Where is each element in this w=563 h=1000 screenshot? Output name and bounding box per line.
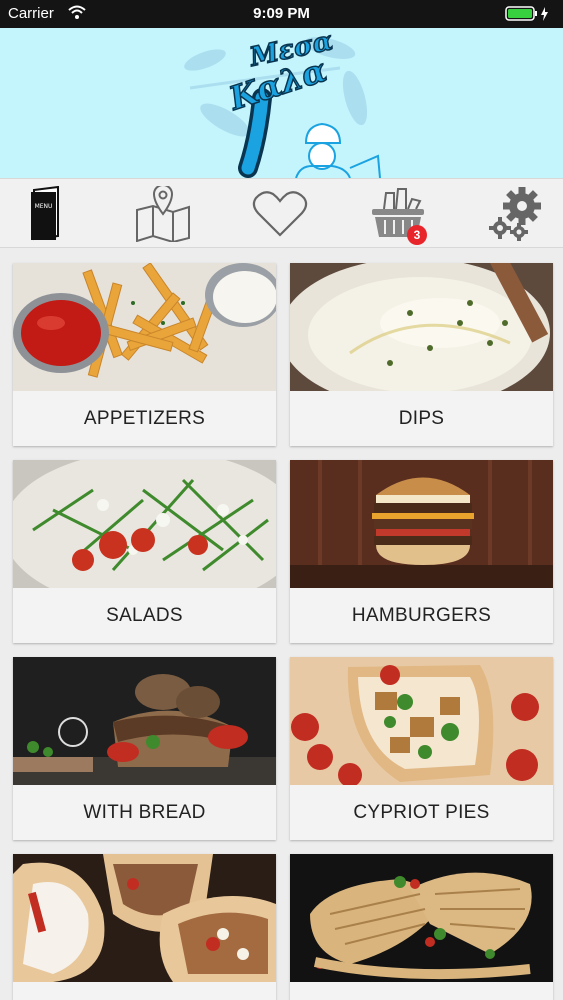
cart-button[interactable]: 3 [363, 185, 433, 245]
category-grid: APPETIZERS DIPS SALADS HAMBURGERS WITH B… [0, 250, 563, 1000]
category-label: CYPRIOT PIES [353, 802, 490, 823]
pitas-photo [290, 854, 553, 982]
status-bar: Carrier 9:09 PM [0, 0, 563, 28]
wraps-photo [13, 854, 276, 982]
category-label [290, 982, 553, 1000]
category-label: HAMBURGERS [351, 605, 492, 626]
map-icon [136, 186, 190, 242]
category-label: DIPS [398, 408, 445, 429]
salads-photo [13, 460, 276, 588]
category-tile-with-bread[interactable]: WITH BREAD [13, 657, 276, 840]
appetizers-photo [13, 263, 276, 391]
category-tile-pitas[interactable] [290, 854, 553, 1000]
category-label: APPETIZERS [83, 408, 206, 429]
map-button[interactable] [128, 185, 198, 243]
category-label: SALADS [106, 605, 183, 626]
battery-icon [505, 6, 551, 26]
category-tile-salads[interactable]: SALADS [13, 460, 276, 643]
gear-icon [489, 187, 541, 241]
cart-count-badge: 3 [407, 225, 427, 245]
menu-book-icon: MENU [31, 186, 59, 241]
toolbar: MENU 3 [0, 178, 563, 248]
settings-button[interactable] [482, 185, 552, 243]
category-tile-hamburgers[interactable]: HAMBURGERS [290, 460, 553, 643]
clock: 9:09 PM [253, 5, 310, 22]
category-tile-cypriot-pies[interactable]: CYPRIOT PIES [290, 657, 553, 840]
category-label [13, 982, 276, 1000]
cypriot-pies-photo [290, 657, 553, 785]
favorites-button[interactable] [245, 185, 315, 243]
menu-button[interactable]: MENU [10, 185, 80, 243]
hamburgers-photo [290, 460, 553, 588]
category-tile-wraps[interactable] [13, 854, 276, 1000]
heart-icon [252, 191, 308, 237]
svg-text:MENU: MENU [35, 203, 53, 210]
brand-logo: Μεσα Καλα [184, 28, 381, 178]
category-tile-dips[interactable]: DIPS [290, 263, 553, 446]
header-banner: Μεσα Καλα [0, 28, 563, 178]
category-tile-appetizers[interactable]: APPETIZERS [13, 263, 276, 446]
dips-photo [290, 263, 553, 391]
with-bread-photo [13, 657, 276, 785]
category-label: WITH BREAD [83, 802, 206, 823]
